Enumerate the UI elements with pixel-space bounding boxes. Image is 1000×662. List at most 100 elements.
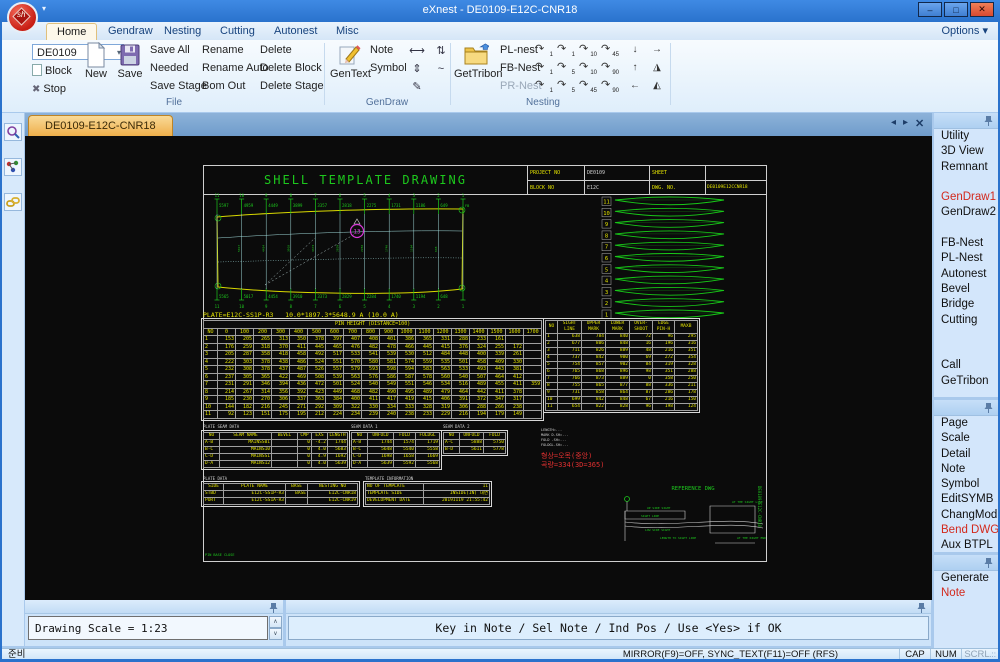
svg-text:4454: 4454 xyxy=(262,245,266,252)
spinner-down-button[interactable]: ∨ xyxy=(269,628,282,640)
block-button[interactable]: Block xyxy=(32,64,72,79)
move-arrow-icon[interactable]: ← xyxy=(626,78,644,94)
save-all-button[interactable]: Save All xyxy=(150,43,190,58)
sidebar-item-utility[interactable]: Utility xyxy=(934,129,998,144)
rotate-1-icon[interactable]: ↷ 1 xyxy=(556,42,576,58)
sidebar-item-detail[interactable]: Detail xyxy=(934,447,998,462)
stop-button[interactable]: ✖ Stop xyxy=(32,82,66,97)
sidebar-item-scale[interactable]: Scale xyxy=(934,431,998,446)
sidebar-panel-header xyxy=(934,555,998,571)
ribbon-tab-bar: Home Gendraw Nesting Cutting Autonest Mi… xyxy=(2,22,998,41)
rotate-5-icon[interactable]: ↷ 5 xyxy=(556,60,576,76)
sidebar-item-call[interactable]: Call xyxy=(934,358,998,373)
sidebar-item-gendraw1[interactable]: GenDraw1 xyxy=(934,190,998,205)
bom-out-button[interactable]: Bom Out xyxy=(202,79,245,94)
sidebar-item-page[interactable]: Page xyxy=(934,416,998,431)
sidebar-item-symbol[interactable]: Symbol xyxy=(934,477,998,492)
drawing-scale-input[interactable]: Drawing Scale = 1:23 xyxy=(28,616,268,640)
svg-text:11: 11 xyxy=(603,200,610,206)
sidebar-item-changmod[interactable]: ChangMod xyxy=(934,508,998,523)
pin-icon[interactable] xyxy=(984,402,993,414)
rotate-10-icon[interactable]: ↷ 10 xyxy=(578,60,598,76)
rotate-90-icon[interactable]: ↷ 90 xyxy=(600,78,620,94)
tab-home[interactable]: Home xyxy=(46,23,98,41)
rotate-90-icon[interactable]: ↷ 90 xyxy=(600,60,620,76)
delete-button[interactable]: Delete xyxy=(260,43,292,58)
sidebar-item-3d-view[interactable]: 3D View xyxy=(934,144,998,159)
move-arrow-icon[interactable]: ◭ xyxy=(648,78,666,94)
cad-canvas[interactable]: SHELL TEMPLATE DRAWING PROJECT NO DE0109… xyxy=(25,136,932,600)
curve-icon[interactable]: ~ xyxy=(432,61,450,77)
move-arrow-icon[interactable]: ◮ xyxy=(648,60,666,76)
link-tool-button[interactable] xyxy=(4,193,22,211)
move-arrow-icon[interactable]: ↓ xyxy=(626,42,644,58)
tab-close-icon[interactable]: ✕ xyxy=(915,117,924,130)
app-logo-icon[interactable]: sh xyxy=(7,2,38,33)
tab-autonest[interactable]: Autonest xyxy=(264,23,327,40)
sidebar-item-cutting[interactable]: Cutting xyxy=(934,313,998,328)
pl-nest-button[interactable]: PL-nest xyxy=(500,43,538,58)
tab-scroll-left-icon[interactable]: ◂ xyxy=(891,117,896,128)
stretch-v-icon[interactable]: ⇅ xyxy=(432,43,450,59)
move-arrow-icon[interactable]: ↑ xyxy=(626,60,644,76)
tab-gendraw[interactable]: Gendraw xyxy=(98,23,163,40)
gettribon-button[interactable]: GetTribon xyxy=(454,42,503,80)
structure-tool-button[interactable] xyxy=(4,158,22,176)
floppy-icon xyxy=(120,44,140,66)
close-button[interactable]: ✕ xyxy=(970,2,994,17)
delete-block-button[interactable]: Delete Block xyxy=(260,61,322,76)
rotate-10-icon[interactable]: ↷ 10 xyxy=(578,42,598,58)
rename-auto-button[interactable]: Rename Auto xyxy=(202,61,269,76)
sidebar-item-note[interactable]: Note xyxy=(934,462,998,477)
sidebar-item-bend-dwg[interactable]: Bend DWG xyxy=(934,523,998,538)
tab-misc[interactable]: Misc xyxy=(326,23,369,40)
tab-nesting[interactable]: Nesting xyxy=(154,23,211,40)
sidebar-item-fb-nest[interactable]: FB-Nest xyxy=(934,236,998,251)
save-stage-button[interactable]: Save Stage xyxy=(150,79,207,94)
sidebar-item-bevel[interactable]: Bevel xyxy=(934,282,998,297)
rotate-1-icon[interactable]: ↷ 1 xyxy=(534,60,554,76)
symbol-button[interactable]: Symbol xyxy=(370,61,407,76)
command-prompt[interactable]: Key in Note / Sel Note / Ind Pos / Use <… xyxy=(288,616,929,640)
sidebar-item-remnant[interactable]: Remnant xyxy=(934,160,998,175)
rename-button[interactable]: Rename xyxy=(202,43,244,58)
spinner-up-button[interactable]: ∧ xyxy=(269,616,282,628)
zoom-tool-button[interactable] xyxy=(4,123,22,141)
pin-icon[interactable] xyxy=(984,557,993,569)
stretch-h-icon[interactable]: ⟷ xyxy=(408,43,426,59)
pin-icon[interactable] xyxy=(984,115,993,127)
sidebar-item-autonest[interactable]: Autonest xyxy=(934,267,998,282)
pin-icon[interactable] xyxy=(269,602,278,614)
rotate-45-icon[interactable]: ↷ 45 xyxy=(600,42,620,58)
tab-cutting[interactable]: Cutting xyxy=(210,23,265,40)
rotate-45-icon[interactable]: ↷ 45 xyxy=(578,78,598,94)
edit-pencil-icon[interactable]: ✎ xyxy=(408,79,426,95)
quick-access-caret-icon[interactable]: ▾ xyxy=(42,4,46,13)
resize-icon[interactable]: ⇕ xyxy=(408,61,426,77)
move-arrow-icon[interactable]: → xyxy=(648,42,666,58)
rotate-1-icon[interactable]: ↷ 1 xyxy=(534,78,554,94)
needed-button[interactable]: Needed xyxy=(150,61,189,76)
pin-icon[interactable] xyxy=(917,602,926,614)
sidebar-item-bridge[interactable]: Bridge xyxy=(934,297,998,312)
maximize-button[interactable]: □ xyxy=(944,2,968,17)
save-button[interactable]: Save xyxy=(110,42,150,80)
sidebar-item-generate[interactable]: Generate xyxy=(934,571,998,586)
sidebar-item-aux-btpl[interactable]: Aux BTPL xyxy=(934,538,998,552)
sidebar-item-gendraw2[interactable]: GenDraw2 xyxy=(934,205,998,220)
note-button[interactable]: Note xyxy=(370,43,393,58)
rotate-5-icon[interactable]: ↷ 5 xyxy=(556,78,576,94)
options-menu[interactable]: Options ▾ xyxy=(942,24,989,37)
svg-text:5597: 5597 xyxy=(219,203,229,208)
tab-scroll-right-icon[interactable]: ▸ xyxy=(903,117,908,128)
sidebar-item-getribon[interactable]: GeTribon xyxy=(934,374,998,389)
sidebar-item-editsymb[interactable]: EditSYMB xyxy=(934,492,998,507)
sidebar-item-pl-nest[interactable]: PL-Nest xyxy=(934,251,998,266)
sidebar-item-note[interactable]: Note xyxy=(934,586,998,601)
rotate-1-icon[interactable]: ↷ 1 xyxy=(534,42,554,58)
minimize-button[interactable]: – xyxy=(918,2,942,17)
document-tab[interactable]: DE0109-E12C-CNR18 xyxy=(28,115,173,137)
svg-text:1186: 1186 xyxy=(416,203,426,208)
delete-stage-button[interactable]: Delete Stage xyxy=(260,79,324,94)
gentext-button[interactable]: GenText xyxy=(330,42,371,80)
